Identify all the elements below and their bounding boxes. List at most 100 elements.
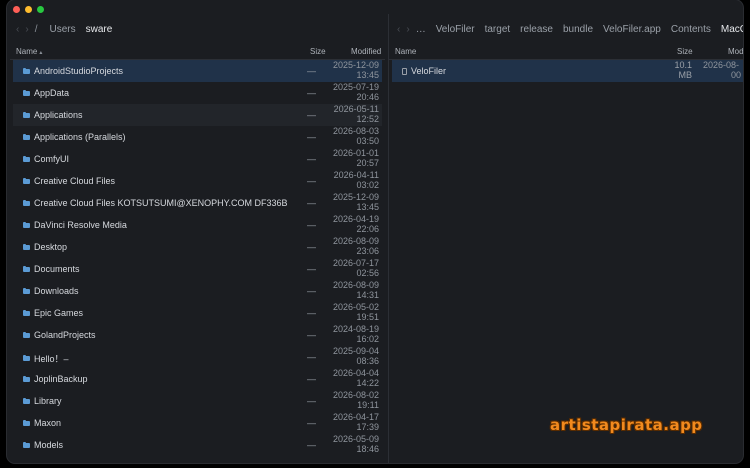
file-size: — [307, 88, 316, 98]
file-name-label: GolandProjects [34, 330, 96, 340]
table-row[interactable]: Models —2026-05-09 18:46 [13, 434, 382, 456]
file-size: — [307, 440, 316, 450]
breadcrumb-bundle[interactable]: bundle [563, 24, 593, 35]
table-row[interactable]: GolandProjects —2024-08-19 16:02 [13, 324, 382, 346]
table-row[interactable]: Applications —2026-05-11 12:52 [13, 104, 382, 126]
modified-date: 2026-08-03 [332, 126, 379, 136]
breadcrumb-release[interactable]: release [520, 24, 553, 35]
modified-time: 14:22 [356, 378, 379, 388]
table-row[interactable]: Epic Games —2026-05-02 19:51 [13, 302, 382, 324]
table-row[interactable]: Library —2026-08-02 19:11 [13, 390, 382, 412]
column-modified-header[interactable]: Modified [351, 47, 381, 56]
column-size-header[interactable]: Size [677, 47, 693, 56]
modified-date: 2026-05-02 [332, 302, 379, 312]
modified-date: 2026-04-17 [332, 412, 379, 422]
table-row[interactable]: ComfyUI —2026-01-01 20:57 [13, 148, 382, 170]
file-modified: 2026-08-09 14:31 [319, 280, 379, 300]
file-name-label: Models [34, 440, 64, 450]
back-arrow-icon[interactable]: ‹ [397, 24, 400, 35]
breadcrumb-velofiler-app[interactable]: VeloFiler.app [603, 24, 661, 35]
table-row[interactable]: AppData —2025-07-19 20:46 [13, 82, 382, 104]
right-column-header: Name Size Modif [389, 44, 743, 60]
table-row[interactable]: Hello！– —2025-09-04 08:36 [13, 346, 382, 368]
back-arrow-icon[interactable]: ‹ [16, 24, 19, 35]
file-name: Maxon [23, 418, 61, 428]
file-name: GolandProjects [23, 330, 96, 340]
breadcrumb-ellipsis[interactable]: … [416, 24, 426, 35]
modified-date: 2026-01-01 [332, 148, 379, 158]
left-pane: ‹ › / Users sware Name ▴ Size Modified An… [10, 14, 385, 463]
breadcrumb-root[interactable]: / [35, 24, 38, 35]
breadcrumb-contents[interactable]: Contents [671, 24, 711, 35]
file-name-label: Downloads [34, 286, 79, 296]
breadcrumb-velofiler[interactable]: VeloFiler [436, 24, 475, 35]
file-size: 10.1 MB [672, 60, 692, 80]
folder-icon [23, 397, 30, 404]
breadcrumb-macos[interactable]: MacOS [721, 24, 743, 35]
modified-time: 22:06 [356, 224, 379, 234]
file-name: Library [23, 396, 62, 406]
column-name-header[interactable]: Name ▴ [16, 47, 42, 56]
table-row[interactable]: Creative Cloud Files —2026-04-11 03:02 [13, 170, 382, 192]
modified-date: 2025-09-04 [332, 346, 379, 356]
file-name: Downloads [23, 286, 79, 296]
table-row[interactable]: Creative Cloud Files KOTSUTSUMI@XENOPHY.… [13, 192, 382, 214]
file-name: Applications (Parallels) [23, 132, 126, 142]
table-row[interactable]: Desktop —2026-08-09 23:06 [13, 236, 382, 258]
file-name: Creative Cloud Files [23, 176, 115, 186]
file-name-label: VeloFiler [411, 66, 447, 76]
column-modified-header[interactable]: Modif [728, 47, 743, 56]
file-modified: 2025-12-09 13:45 [319, 60, 379, 80]
table-row[interactable]: Documents —2026-07-17 02:56 [13, 258, 382, 280]
modified-date: 2026-07-17 [332, 258, 379, 268]
folder-icon [23, 287, 30, 294]
table-row[interactable]: Applications (Parallels) —2026-08-03 03:50 [13, 126, 382, 148]
table-row[interactable]: VeloFiler 10.1 MB 2026-08- 00 [392, 60, 743, 82]
table-row[interactable]: JoplinBackup —2026-04-04 14:22 [13, 368, 382, 390]
table-row[interactable]: Maxon —2026-04-17 17:39 [13, 412, 382, 434]
file-modified: 2024-08-19 16:02 [319, 324, 379, 344]
modified-time: 08:36 [356, 356, 379, 366]
file-icon [402, 67, 407, 75]
modified-time: 20:46 [356, 92, 379, 102]
breadcrumb-users[interactable]: Users [49, 24, 75, 35]
folder-icon [23, 419, 30, 426]
table-row[interactable]: DaVinci Resolve Media —2026-04-19 22:06 [13, 214, 382, 236]
right-breadcrumb: ‹ › … VeloFiler target release bundle Ve… [389, 14, 743, 44]
zoom-window-button[interactable] [37, 6, 44, 13]
column-size-header[interactable]: Size [310, 47, 326, 56]
file-modified: 2026-08- 00 [703, 60, 743, 80]
close-window-button[interactable] [13, 6, 20, 13]
modified-time: 19:11 [357, 400, 379, 410]
breadcrumb-target[interactable]: target [485, 24, 511, 35]
modified-time: 18:46 [356, 444, 379, 454]
table-row[interactable]: AndroidStudioProjects —2025-12-09 13:45 [13, 60, 382, 82]
file-name: Applications [23, 110, 83, 120]
modified-date: 2026-05-11 [333, 104, 379, 114]
left-breadcrumb: ‹ › / Users sware [10, 14, 385, 44]
modified-time: 16:02 [356, 334, 379, 344]
modified-time: 19:51 [356, 312, 379, 322]
file-size: — [307, 110, 316, 120]
modified-date: 2026-08- [703, 60, 740, 70]
file-name-label: DaVinci Resolve Media [34, 220, 127, 230]
file-modified: 2026-04-04 14:22 [319, 368, 379, 388]
column-name-header[interactable]: Name [395, 47, 416, 56]
forward-arrow-icon[interactable]: › [25, 24, 28, 35]
file-modified: 2026-05-02 19:51 [319, 302, 379, 322]
file-size: — [307, 330, 316, 340]
file-name: Creative Cloud Files KOTSUTSUMI@XENOPHY.… [23, 198, 288, 208]
folder-icon [23, 243, 30, 250]
breadcrumb-sware[interactable]: sware [86, 24, 113, 35]
file-name: Documents [23, 264, 80, 274]
minimize-window-button[interactable] [25, 6, 32, 13]
file-name-label: AndroidStudioProjects [34, 66, 124, 76]
folder-icon [23, 89, 30, 96]
file-modified: 2025-12-09 13:45 [319, 192, 379, 212]
table-row[interactable]: Downloads —2026-08-09 14:31 [13, 280, 382, 302]
modified-date: 2024-08-19 [332, 324, 379, 334]
file-size: — [307, 132, 316, 142]
watermark: artistapirata.app [550, 416, 703, 434]
forward-arrow-icon[interactable]: › [406, 24, 409, 35]
folder-icon [23, 265, 30, 272]
